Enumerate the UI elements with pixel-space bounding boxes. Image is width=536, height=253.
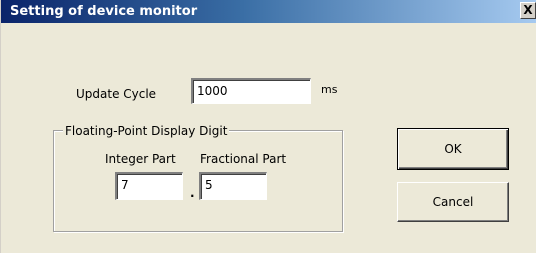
integer-part-label: Integer Part — [105, 152, 176, 166]
update-cycle-input[interactable]: 1000 — [191, 78, 311, 104]
cancel-button[interactable]: Cancel — [397, 182, 509, 222]
update-cycle-value: 1000 — [197, 84, 228, 98]
floating-point-group-label: Floating-Point Display Digit — [63, 124, 230, 138]
integer-part-value: 7 — [121, 178, 129, 192]
dialog-title: Setting of device monitor — [10, 4, 198, 19]
integer-part-input[interactable]: 7 — [115, 172, 183, 200]
ok-button-label: OK — [444, 142, 462, 156]
update-cycle-label: Update Cycle — [76, 87, 157, 101]
ok-button[interactable]: OK — [397, 128, 509, 170]
title-bar[interactable]: Setting of device monitor X — [1, 0, 536, 23]
update-cycle-unit: ms — [321, 83, 338, 96]
floating-point-group — [53, 130, 343, 232]
fractional-part-value: 5 — [205, 178, 213, 192]
decimal-separator: . — [190, 186, 195, 200]
close-button[interactable]: X — [520, 2, 536, 19]
cancel-button-label: Cancel — [432, 195, 474, 209]
close-icon: X — [523, 3, 533, 17]
fractional-part-input[interactable]: 5 — [199, 172, 267, 200]
device-monitor-dialog: Setting of device monitor X Update Cycle… — [0, 0, 536, 253]
fractional-part-label: Fractional Part — [200, 152, 287, 166]
